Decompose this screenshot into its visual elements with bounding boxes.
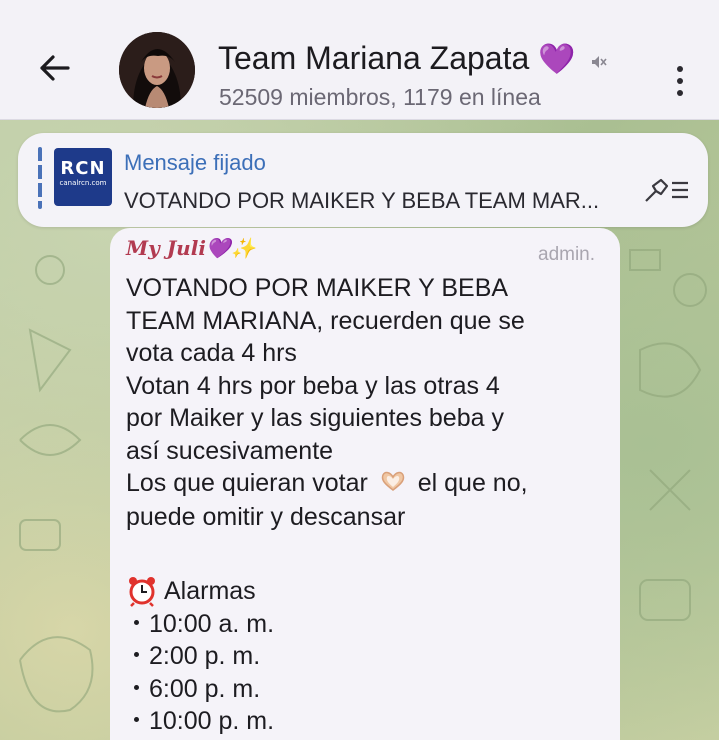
alarm-time: 10:00 p. m. bbox=[149, 707, 275, 736]
rcn-logo-text: RCN bbox=[60, 158, 106, 179]
alarm-heading: Alarmas bbox=[126, 575, 606, 608]
sender-name-text: My Juli bbox=[126, 236, 206, 260]
pinned-list-icon[interactable] bbox=[644, 175, 690, 210]
alarm-time-item: 10:00 p. m. bbox=[126, 705, 606, 738]
alarm-time: 2:00 p. m. bbox=[149, 642, 261, 671]
muted-speaker-icon bbox=[590, 42, 608, 79]
channel-title[interactable]: Team Mariana Zapata 💜 bbox=[218, 40, 608, 79]
alarm-title: Alarmas bbox=[164, 577, 256, 606]
alarm-time-item: 10:00 a. m. bbox=[126, 608, 606, 641]
chat-header: Team Mariana Zapata 💜 52509 miembros, 11… bbox=[0, 0, 719, 120]
message-line: VOTANDO POR MAIKER Y BEBA bbox=[126, 274, 509, 302]
back-button[interactable] bbox=[34, 48, 74, 88]
pinned-preview-text: VOTANDO POR MAIKER Y BEBA TEAM MAR... bbox=[124, 188, 600, 213]
pinned-label: Mensaje fijado bbox=[124, 150, 266, 175]
sender-name[interactable]: My Juli💜✨ bbox=[126, 236, 256, 260]
message-line: Votan 4 hrs por beba y las otras 4 bbox=[126, 371, 500, 400]
message-line-vote: Los que quieran votar el que no, bbox=[126, 467, 606, 501]
channel-avatar[interactable] bbox=[119, 32, 195, 108]
alarm-clock-icon bbox=[129, 577, 155, 608]
heart-hands-emoji-icon bbox=[379, 468, 407, 501]
message-body: VOTANDO POR MAIKER Y BEBA TEAM MARIANA, … bbox=[126, 272, 606, 738]
message-line: así sucesivamente bbox=[126, 436, 334, 465]
pinned-indicator bbox=[38, 147, 42, 209]
purple-heart-emoji: 💜 bbox=[538, 43, 576, 76]
admin-badge: admin. bbox=[538, 244, 596, 265]
rcn-logo-subtext: canalrcn.com bbox=[59, 179, 107, 187]
alarm-time: 6:00 p. m. bbox=[149, 674, 261, 703]
message-line: puede omitir y descansar bbox=[126, 502, 406, 531]
pinned-thumbnail: RCN canalrcn.com bbox=[54, 148, 112, 206]
alarm-time: 10:00 a. m. bbox=[149, 609, 275, 638]
sender-emojis: 💜✨ bbox=[205, 236, 256, 260]
avatar-image bbox=[119, 32, 195, 108]
message-line: vota cada 4 hrs bbox=[126, 339, 297, 367]
pinned-message-bar[interactable]: RCN canalrcn.com Mensaje fijado VOTANDO … bbox=[18, 133, 708, 227]
message-bubble[interactable]: My Juli💜✨ admin. VOTANDO POR MAIKER Y BE… bbox=[110, 228, 620, 740]
message-line: por Maiker y las siguientes beba y bbox=[126, 404, 504, 432]
alarm-time-item: 2:00 p. m. bbox=[126, 640, 606, 673]
message-line-part: el que no, bbox=[417, 469, 528, 497]
message-line: TEAM MARIANA, recuerden que se bbox=[126, 306, 525, 335]
channel-status: 52509 miembros, 1179 en línea bbox=[219, 84, 541, 110]
kebab-menu-icon[interactable] bbox=[670, 66, 690, 106]
message-line-part: Los que quieran votar bbox=[126, 469, 368, 497]
arrow-left-icon bbox=[40, 55, 70, 81]
alarm-time-item: 6:00 p. m. bbox=[126, 673, 606, 706]
channel-name: Team Mariana Zapata bbox=[218, 40, 530, 76]
